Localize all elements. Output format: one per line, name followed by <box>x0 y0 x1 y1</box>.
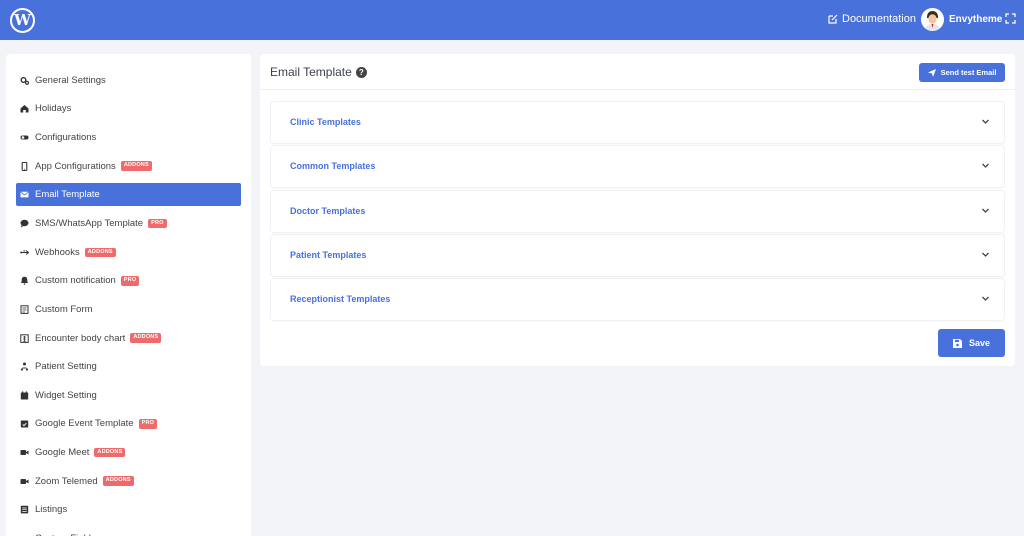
settings-sidebar: General Settings Holidays Configurations Ap… <box>6 54 251 536</box>
status-badge: PRO <box>138 419 158 429</box>
sidebar-item-label: Custom Form <box>35 303 93 315</box>
paper-plane-icon <box>927 68 936 77</box>
sidebar-item-label: Email Template <box>35 189 100 201</box>
email-template-card: Email Template ? Send test Email Clinic … <box>260 54 1015 366</box>
sidebar-item-custom-notification[interactable]: Custom notification PRO <box>6 267 251 296</box>
user-avatar-icon <box>921 8 944 31</box>
sidebar-item-label: Widget Setting <box>35 389 97 401</box>
sidebar-item-label: Google Meet <box>35 446 90 458</box>
chevron-down-icon[interactable] <box>981 294 990 303</box>
sidebar-item-listings[interactable]: Listings <box>6 495 251 524</box>
sidebar-item-general-settings[interactable]: General Settings <box>6 66 251 95</box>
accordion-title: Receptionist Templates <box>290 294 391 305</box>
sidebar-item-custom-field[interactable]: Custom Field <box>6 524 251 536</box>
sidebar-item-widget-setting[interactable]: Widget Setting <box>6 381 251 410</box>
status-badge: ADDONS <box>120 161 152 171</box>
sidebar-item-app-configurations[interactable]: App Configurations ADDONS <box>6 152 251 181</box>
sidebar-item-label: Patient Setting <box>35 361 97 373</box>
status-badge: PRO <box>148 218 167 229</box>
send-test-email-button[interactable]: Send test Email <box>919 63 1005 82</box>
accordion-clinic-templates[interactable]: Clinic Templates <box>271 102 1004 143</box>
status-badge: PRO <box>120 276 140 286</box>
accordion-title: Doctor Templates <box>290 205 366 216</box>
documentation-label: Documentation <box>842 13 916 25</box>
sidebar-item-label: Listings <box>35 504 68 516</box>
cogs-icon <box>20 76 29 85</box>
accordion-common-templates[interactable]: Common Templates <box>271 146 1004 188</box>
status-badge: ADDONS <box>102 476 134 486</box>
form-icon <box>20 305 29 314</box>
mobile-icon <box>20 161 29 171</box>
envelope-icon <box>20 190 29 199</box>
save-label: Save <box>968 338 991 348</box>
sidebar-item-label: Encounter body chart <box>35 332 126 344</box>
sidebar-item-label: App Configurations <box>35 160 116 172</box>
save-button[interactable]: Save <box>938 329 1005 357</box>
accordion-doctor-templates[interactable]: Doctor Templates <box>271 190 1004 232</box>
page-title: Email Template ? <box>270 65 367 79</box>
sidebar-item-webhooks[interactable]: Webhooks ADDONS <box>6 238 251 267</box>
sidebar-item-configurations[interactable]: Configurations <box>6 123 251 152</box>
wordpress-logo-icon[interactable]: W <box>10 8 35 33</box>
sidebar-item-zoom-telemed[interactable]: Zoom Telemed ADDONS <box>6 467 251 496</box>
avatar[interactable] <box>921 8 944 31</box>
accordion-title: Common Templates <box>290 161 376 172</box>
sidebar-item-label: General Settings <box>35 74 106 86</box>
accordion-receptionist-templates[interactable]: Receptionist Templates <box>271 279 1004 321</box>
home-icon <box>20 104 29 113</box>
accordion-title: Patient Templates <box>290 249 367 260</box>
sidebar-item-label: Webhooks <box>35 246 80 258</box>
sidebar-item-google-event-template[interactable]: Google Event Template PRO <box>6 410 251 439</box>
question-circle-icon[interactable]: ? <box>355 66 367 78</box>
sidebar-item-custom-form[interactable]: Custom Form <box>6 295 251 324</box>
sidebar-item-label: SMS/WhatsApp Template <box>35 218 144 230</box>
user-name[interactable]: Envytheme <box>949 14 1002 25</box>
sidebar-item-holidays[interactable]: Holidays <box>6 95 251 124</box>
accordion-title: Clinic Templates <box>290 117 361 127</box>
card-header: Email Template ? Send test Email <box>260 54 1015 90</box>
sidebar-item-label: Zoom Telemed <box>35 475 98 487</box>
sidebar-item-label: Custom notification <box>35 275 116 287</box>
status-badge: ADDONS <box>84 247 116 258</box>
sidebar-item-google-meet[interactable]: Google Meet ADDONS <box>6 438 251 467</box>
page-title-text: Email Template <box>270 65 352 79</box>
sidebar-item-encounter-body-chart[interactable]: Encounter body chart ADDONS <box>6 324 251 353</box>
list-icon <box>20 505 29 514</box>
comment-icon <box>20 219 29 228</box>
users-icon <box>20 362 29 371</box>
sidebar-item-label: Configurations <box>35 131 97 143</box>
chevron-down-icon[interactable] <box>981 250 990 259</box>
sidebar-item-email-template[interactable]: Email Template <box>16 183 241 207</box>
video-icon <box>20 477 29 486</box>
status-badge: ADDONS <box>94 447 126 458</box>
sidebar-item-label: Holidays <box>35 103 72 115</box>
usb-icon <box>20 248 29 257</box>
calendar-icon <box>20 391 29 400</box>
status-badge: ADDONS <box>130 333 162 343</box>
fullscreen-icon[interactable] <box>1005 13 1016 24</box>
accordion-patient-templates[interactable]: Patient Templates <box>271 234 1004 276</box>
calendar-check-icon <box>20 419 29 428</box>
send-test-email-label: Send test Email <box>940 68 997 77</box>
floppy-disk-icon <box>952 338 962 348</box>
body-chart-icon <box>20 333 29 343</box>
toggle-icon <box>20 133 29 142</box>
chevron-down-icon[interactable] <box>981 161 990 170</box>
sidebar-item-patient-setting[interactable]: Patient Setting <box>6 352 251 381</box>
chevron-down-icon[interactable] <box>981 117 990 126</box>
chevron-down-icon[interactable] <box>981 206 990 215</box>
top-bar: W Documentation Envytheme <box>0 0 1024 40</box>
sidebar-item-label: Google Event Template <box>35 418 134 430</box>
sidebar-item-sms-whatsapp-template[interactable]: SMS/WhatsApp Template PRO <box>6 209 251 238</box>
bell-icon <box>20 276 29 286</box>
external-edit-icon <box>828 14 838 24</box>
documentation-link[interactable]: Documentation <box>828 13 916 25</box>
video-icon <box>20 448 29 457</box>
